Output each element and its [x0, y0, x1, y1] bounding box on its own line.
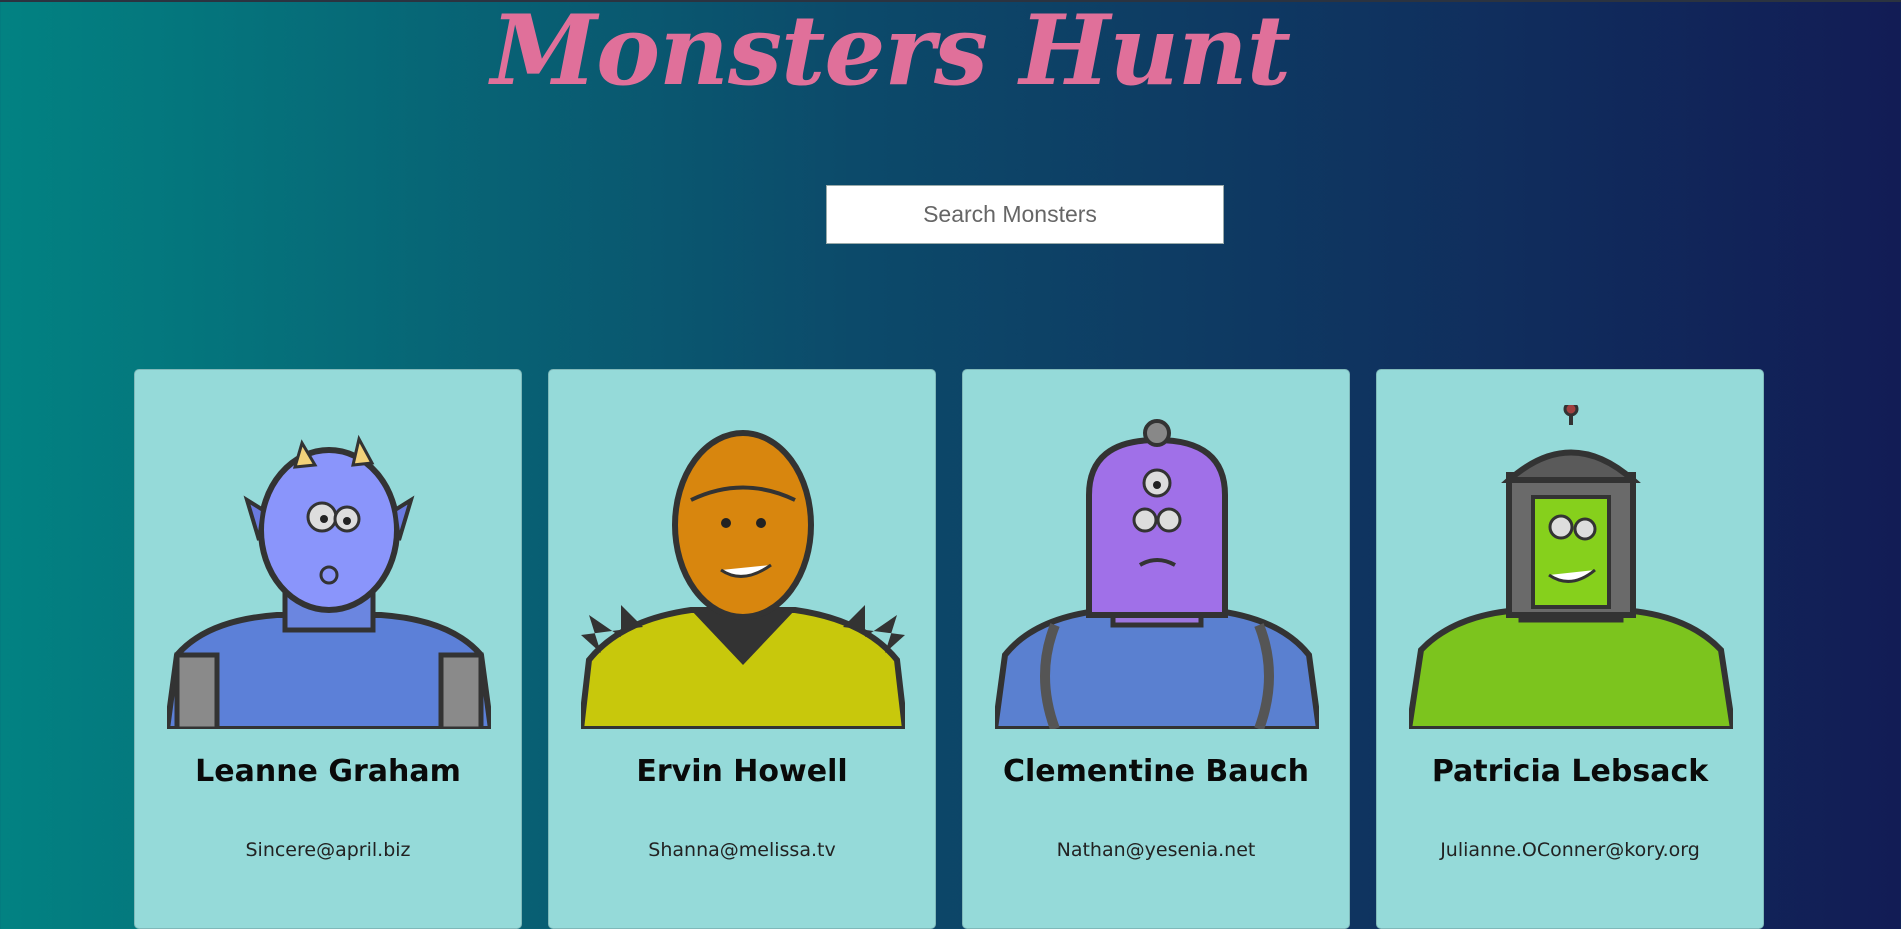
monster-card[interactable]: Clementine Bauch Nathan@yesenia.net: [962, 369, 1350, 929]
monster-email: Shanna@melissa.tv: [648, 839, 836, 861]
monster-card[interactable]: Leanne Graham Sincere@april.biz: [134, 369, 522, 929]
monster-name: Clementine Bauch: [1003, 754, 1309, 789]
monster-card[interactable]: Ervin Howell Shanna@melissa.tv: [548, 369, 936, 929]
search-input[interactable]: [826, 185, 1224, 244]
monster-email: Julianne.OConner@kory.org: [1440, 839, 1700, 861]
monster-card[interactable]: Patricia Lebsack Julianne.OConner@kory.o…: [1376, 369, 1764, 929]
horned-monster-icon: [167, 434, 491, 729]
monster-email: Nathan@yesenia.net: [1056, 839, 1256, 861]
monster-name: Leanne Graham: [195, 754, 461, 789]
helmet-monster-icon: [1409, 405, 1733, 729]
spiky-monster-icon: [581, 430, 905, 729]
three-eyed-monster-icon: [995, 419, 1319, 729]
monster-name: Ervin Howell: [636, 754, 848, 789]
monster-email: Sincere@april.biz: [245, 839, 411, 861]
page-title: Monsters Hunt: [490, 0, 1291, 107]
monster-name: Patricia Lebsack: [1431, 754, 1709, 789]
